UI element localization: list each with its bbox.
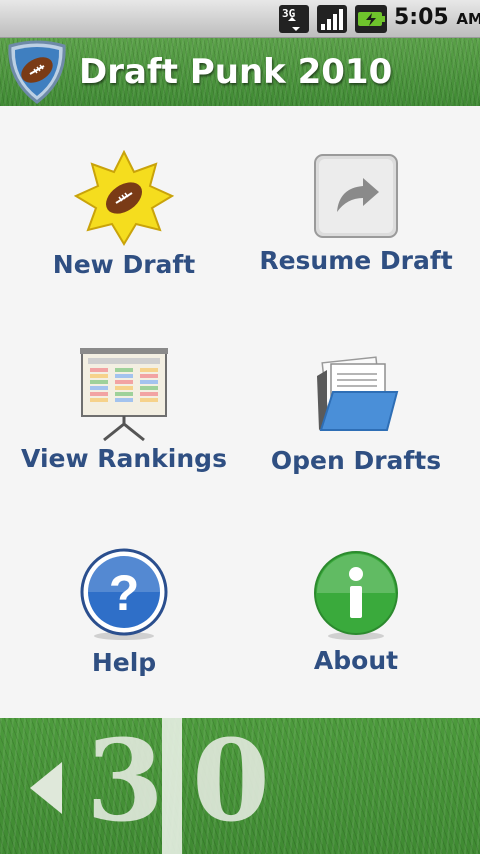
help-label: Help: [91, 648, 157, 677]
title-bar: Draft Punk 2010: [0, 38, 480, 106]
left-arrow-icon: [30, 762, 62, 814]
help-button[interactable]: ? Help: [4, 548, 244, 677]
starburst-football-icon: [74, 150, 174, 246]
signal-strength-icon: [317, 5, 347, 33]
yard-line: [162, 718, 182, 854]
svg-text:?: ?: [109, 565, 140, 621]
battery-charging-icon: [355, 5, 387, 33]
about-label: About: [313, 646, 399, 675]
new-draft-label: New Draft: [52, 250, 196, 279]
redo-arrow-icon: [314, 154, 398, 238]
main-menu: New Draft Resume Draft View Rankings Ope…: [0, 106, 480, 718]
clock-ampm: AM: [456, 10, 480, 28]
about-button[interactable]: About: [236, 550, 476, 675]
view-rankings-label: View Rankings: [21, 444, 227, 473]
resume-draft-label: Resume Draft: [259, 246, 453, 275]
yard-number-ones: 0: [192, 718, 270, 847]
resume-draft-button[interactable]: Resume Draft: [236, 152, 476, 275]
new-draft-button[interactable]: New Draft: [4, 150, 244, 279]
network-3g-icon: 3G: [279, 5, 309, 33]
field-footer: 3 0: [0, 718, 480, 854]
football-shield-icon: [8, 40, 66, 104]
clock: 5:05 AM: [394, 5, 480, 30]
status-bar: 3G 5:05 AM: [0, 0, 480, 38]
clock-time: 5:05: [394, 5, 449, 30]
view-rankings-button[interactable]: View Rankings: [4, 346, 244, 473]
app-title: Draft Punk 2010: [79, 52, 393, 92]
open-drafts-label: Open Drafts: [270, 446, 442, 475]
svg-text:3G: 3G: [282, 7, 296, 20]
open-drafts-button[interactable]: Open Drafts: [236, 354, 476, 475]
open-folder-icon: [317, 356, 399, 431]
info-icon: [314, 551, 398, 640]
rankings-board-icon: [80, 348, 168, 442]
yard-number-tens: 3: [86, 718, 164, 847]
question-icon: ?: [80, 548, 168, 640]
